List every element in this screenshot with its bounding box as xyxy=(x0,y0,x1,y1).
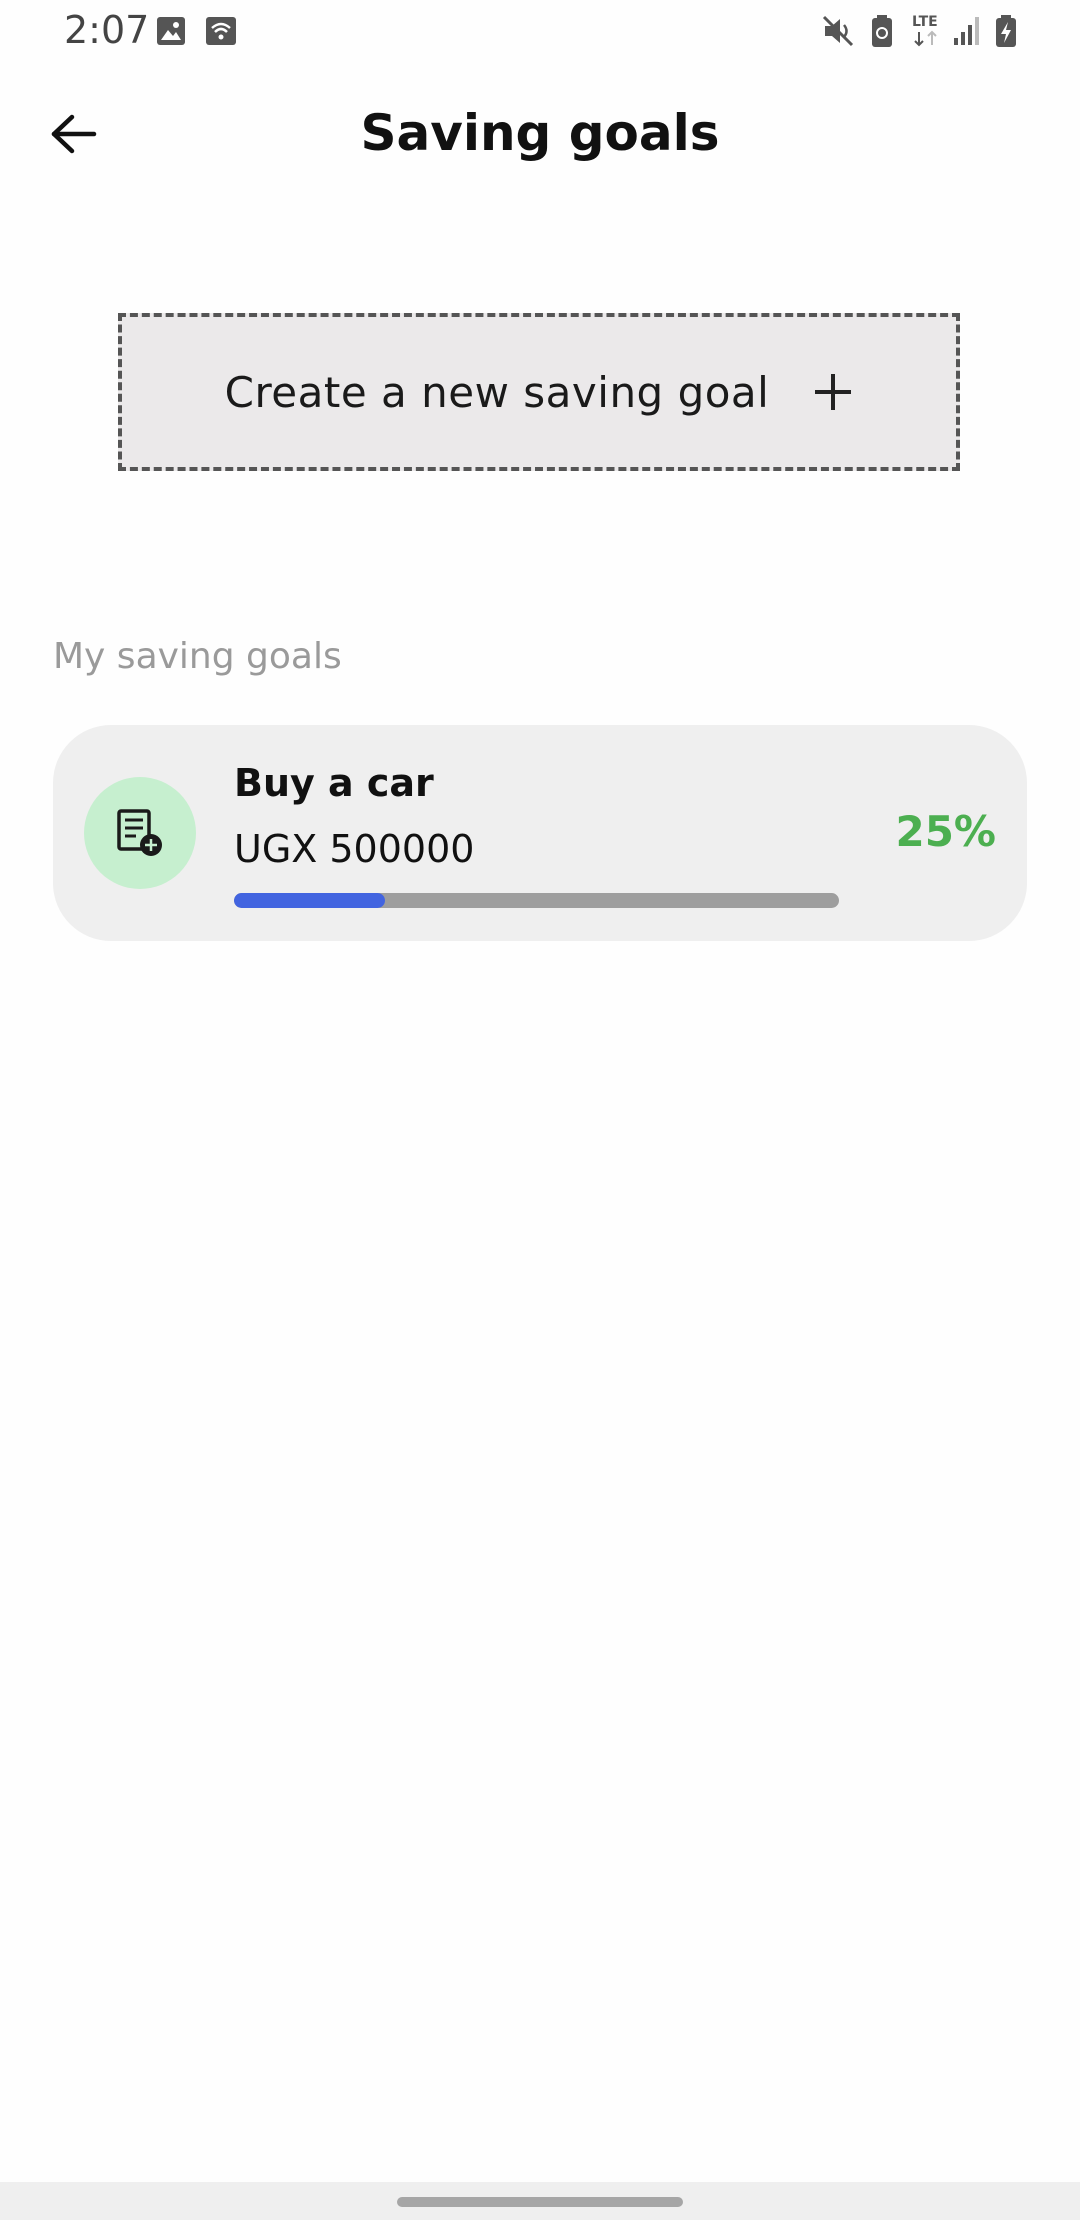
lte-icon: LTE xyxy=(912,14,938,47)
signal-icon xyxy=(954,17,979,45)
status-time: 2:07 xyxy=(64,8,150,52)
status-bar: 2:07 LTE xyxy=(0,0,1080,60)
goal-progress-bar xyxy=(234,893,839,908)
goal-percent: 25% xyxy=(895,807,996,856)
plus-icon xyxy=(815,374,852,410)
battery-charging-icon xyxy=(996,15,1016,47)
home-gesture-handle[interactable] xyxy=(397,2197,683,2207)
mute-icon xyxy=(822,15,854,47)
navigation-bar xyxy=(0,2182,1080,2220)
goal-name: Buy a car xyxy=(234,761,434,805)
image-icon xyxy=(157,17,185,45)
create-saving-goal-label: Create a new saving goal xyxy=(224,367,770,417)
page-title: Saving goals xyxy=(360,104,720,162)
section-label-my-saving-goals: My saving goals xyxy=(53,636,342,677)
wifi-icon xyxy=(206,17,236,45)
battery-saver-icon xyxy=(872,15,892,47)
goal-avatar xyxy=(84,777,196,889)
goal-progress-fill xyxy=(234,893,386,908)
svg-text:LTE: LTE xyxy=(912,14,938,30)
create-saving-goal-button[interactable]: Create a new saving goal xyxy=(118,313,960,471)
goal-card[interactable]: Buy a car UGX 500000 25% xyxy=(53,725,1027,941)
document-add-icon xyxy=(117,809,162,856)
goal-amount: UGX 500000 xyxy=(234,827,475,871)
